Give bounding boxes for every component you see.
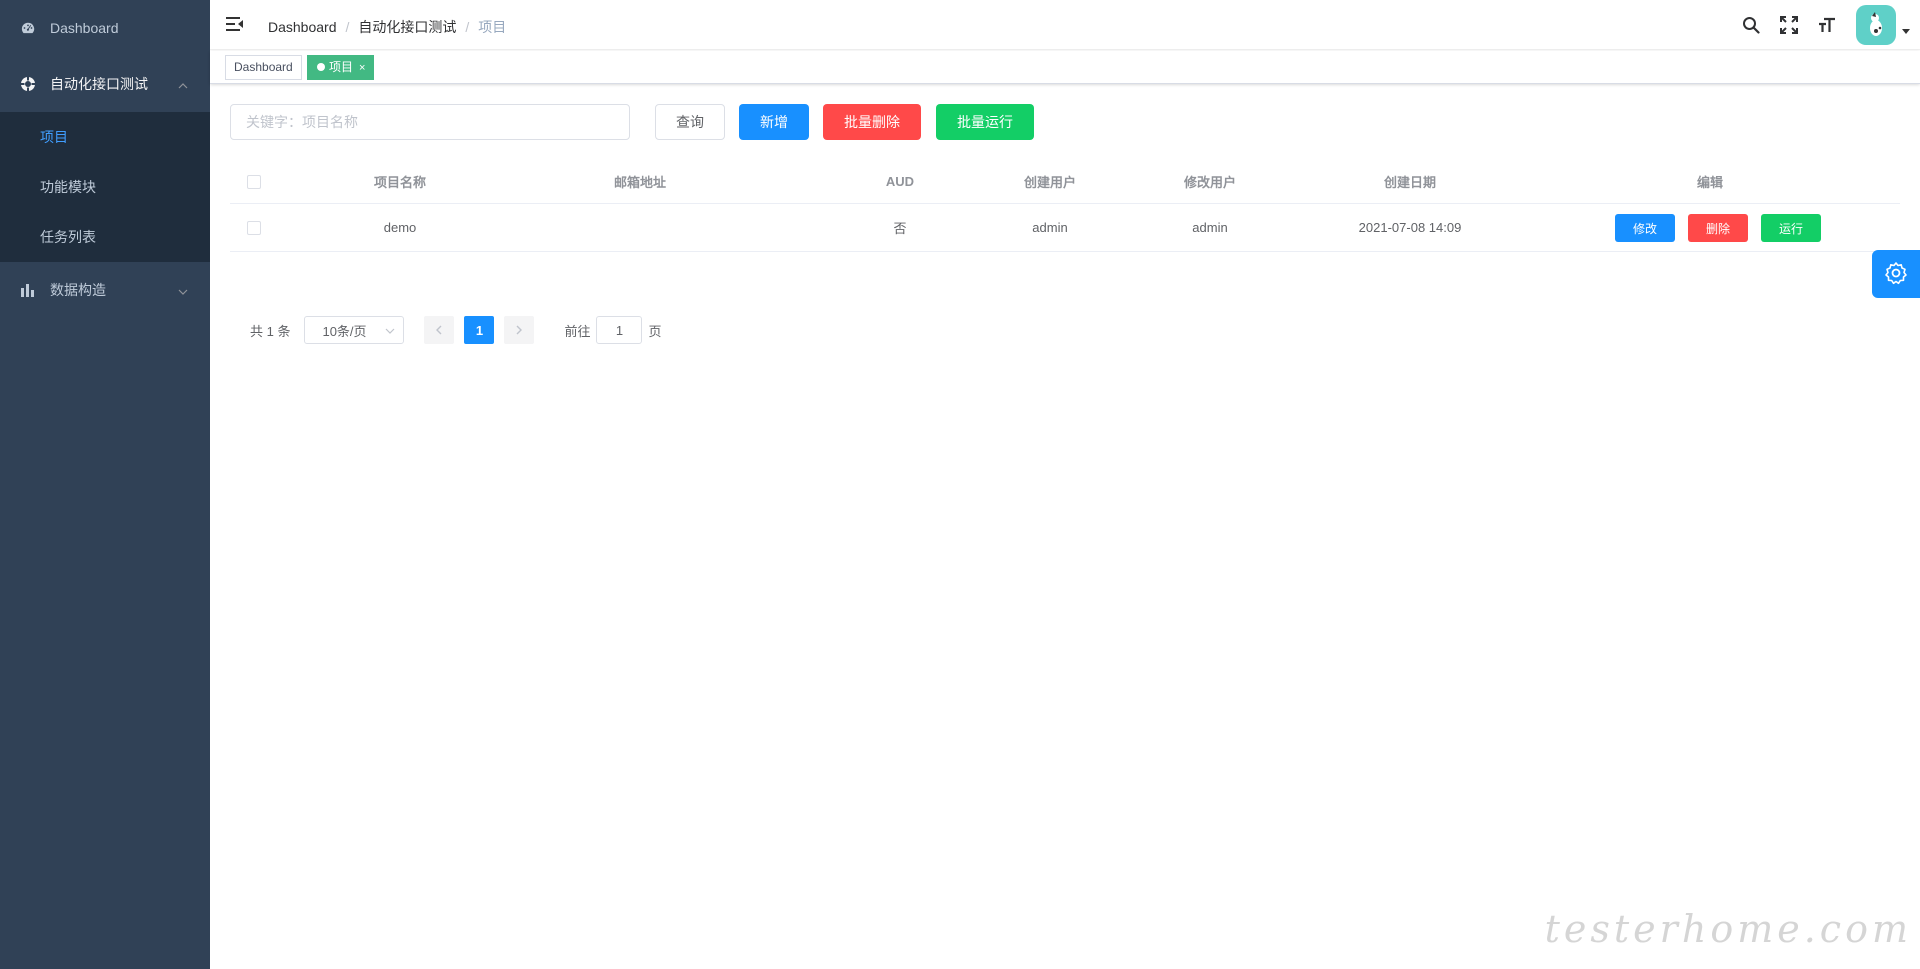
column-header-creator: 创建用户: [1023, 175, 1076, 190]
navbar-right: [1732, 0, 1920, 50]
dashboard-icon: [20, 20, 36, 36]
table-header: 项目名称 邮箱地址 AUD 创建用户 修改用户 创建日期 编辑: [230, 160, 1900, 204]
breadcrumb-separator: /: [465, 19, 470, 35]
tag-label: Dashboard: [234, 60, 293, 74]
tags-view: Dashboard 项目 ×: [210, 51, 1920, 84]
pagination: 共 1 条 10条/页 1 前往 页: [250, 316, 662, 344]
batch-delete-button[interactable]: 批量删除: [823, 104, 921, 140]
search-icon[interactable]: [1732, 0, 1770, 50]
column-header-created: 创建日期: [1383, 175, 1436, 190]
tag-project[interactable]: 项目 ×: [307, 55, 375, 80]
breadcrumb-item-current: 项目: [478, 19, 507, 35]
page-jumper: 前往 页: [564, 316, 662, 344]
page-suffix: 页: [648, 323, 662, 339]
fullscreen-icon[interactable]: [1770, 0, 1808, 50]
sidebar-item-data-build[interactable]: 数据构造: [0, 262, 210, 318]
add-button[interactable]: 新增: [739, 104, 809, 140]
column-header-name: 项目名称: [373, 175, 426, 190]
pagination-total: 共 1 条: [250, 323, 291, 339]
circle-gear-icon: [20, 76, 36, 92]
prev-page-button[interactable]: [424, 316, 455, 344]
sidebar-item-module[interactable]: 功能模块: [0, 162, 210, 212]
sidebar-item-dashboard[interactable]: Dashboard: [0, 0, 210, 56]
cell-modifier: admin: [1192, 220, 1228, 235]
goto-page-input[interactable]: [596, 316, 643, 344]
tag-label: 项目: [329, 60, 354, 74]
chevron-up-icon: [178, 78, 188, 94]
row-delete-button[interactable]: 删除: [1688, 214, 1748, 242]
row-select-cell: [230, 204, 278, 251]
avatar: [1856, 5, 1896, 45]
project-table: 项目名称 邮箱地址 AUD 创建用户 修改用户 创建日期 编辑 demo 否 a…: [230, 160, 1900, 252]
sidebar-item-label: 数据构造: [50, 282, 106, 298]
sidebar-item-api-test[interactable]: 自动化接口测试: [0, 56, 210, 112]
sidebar-item-task-list[interactable]: 任务列表: [0, 212, 210, 262]
cell-creator: admin: [1032, 220, 1068, 235]
breadcrumb-item-dashboard[interactable]: Dashboard: [268, 19, 337, 35]
column-header-email: 邮箱地址: [613, 175, 666, 190]
next-page-button[interactable]: [504, 316, 535, 344]
row-checkbox[interactable]: [247, 220, 261, 235]
sidebar-item-label: 自动化接口测试: [50, 76, 148, 92]
cell-created: 2021-07-08 14:09: [1358, 220, 1462, 235]
page-size-value: 10条/页: [322, 323, 367, 339]
batch-run-button[interactable]: 批量运行: [936, 104, 1034, 140]
submenu: 项目 功能模块 任务列表: [0, 112, 210, 262]
chevron-down-icon: [178, 284, 188, 300]
navbar: Dashboard / 自动化接口测试 / 项目: [210, 0, 1920, 50]
search-input[interactable]: [230, 104, 630, 140]
tag-dashboard[interactable]: Dashboard: [225, 55, 302, 80]
font-size-icon[interactable]: [1808, 0, 1846, 50]
cell-aud: 否: [893, 221, 907, 236]
sidebar: Dashboard 自动化接口测试 项目 功能模块 任务列表 数据构造: [0, 0, 210, 969]
sidebar-item-label: Dashboard: [50, 20, 119, 36]
query-button[interactable]: 查询: [655, 104, 725, 140]
active-dot-icon: [317, 63, 325, 71]
user-avatar-dropdown[interactable]: [1856, 5, 1910, 45]
page-size-select[interactable]: 10条/页: [304, 316, 405, 344]
row-run-button[interactable]: 运行: [1761, 214, 1821, 242]
hamburger-icon[interactable]: [226, 16, 244, 32]
sidebar-item-project[interactable]: 项目: [0, 112, 210, 162]
breadcrumb: Dashboard / 自动化接口测试 / 项目: [268, 17, 506, 37]
row-edit-button[interactable]: 修改: [1615, 214, 1675, 242]
main-content: 查询 新增 批量删除 批量运行 项目名称 邮箱地址 AUD 创建用户 修改用户 …: [210, 84, 1920, 969]
cell-name: demo: [383, 220, 417, 235]
watermark: testerhome.com: [1544, 907, 1912, 951]
breadcrumb-separator: /: [345, 19, 350, 35]
table-row: demo 否 admin admin 2021-07-08 14:09 修改 删…: [230, 204, 1900, 252]
close-icon[interactable]: ×: [359, 62, 365, 74]
page-number-current[interactable]: 1: [464, 316, 495, 344]
settings-gear-button[interactable]: [1872, 250, 1920, 298]
gear-icon: [1884, 261, 1908, 288]
column-header-edit: 编辑: [1696, 175, 1723, 190]
select-all-cell: [230, 160, 278, 203]
cell-email: [560, 204, 720, 251]
chevron-down-icon: [385, 324, 395, 339]
goto-label: 前往: [564, 323, 591, 339]
select-all-checkbox[interactable]: [247, 174, 261, 189]
caret-down-icon: [1902, 29, 1910, 34]
column-header-modifier: 修改用户: [1183, 175, 1236, 190]
bar-chart-icon: [20, 282, 36, 298]
breadcrumb-item-api-test[interactable]: 自动化接口测试: [358, 17, 456, 37]
column-header-aud: AUD: [885, 174, 915, 189]
